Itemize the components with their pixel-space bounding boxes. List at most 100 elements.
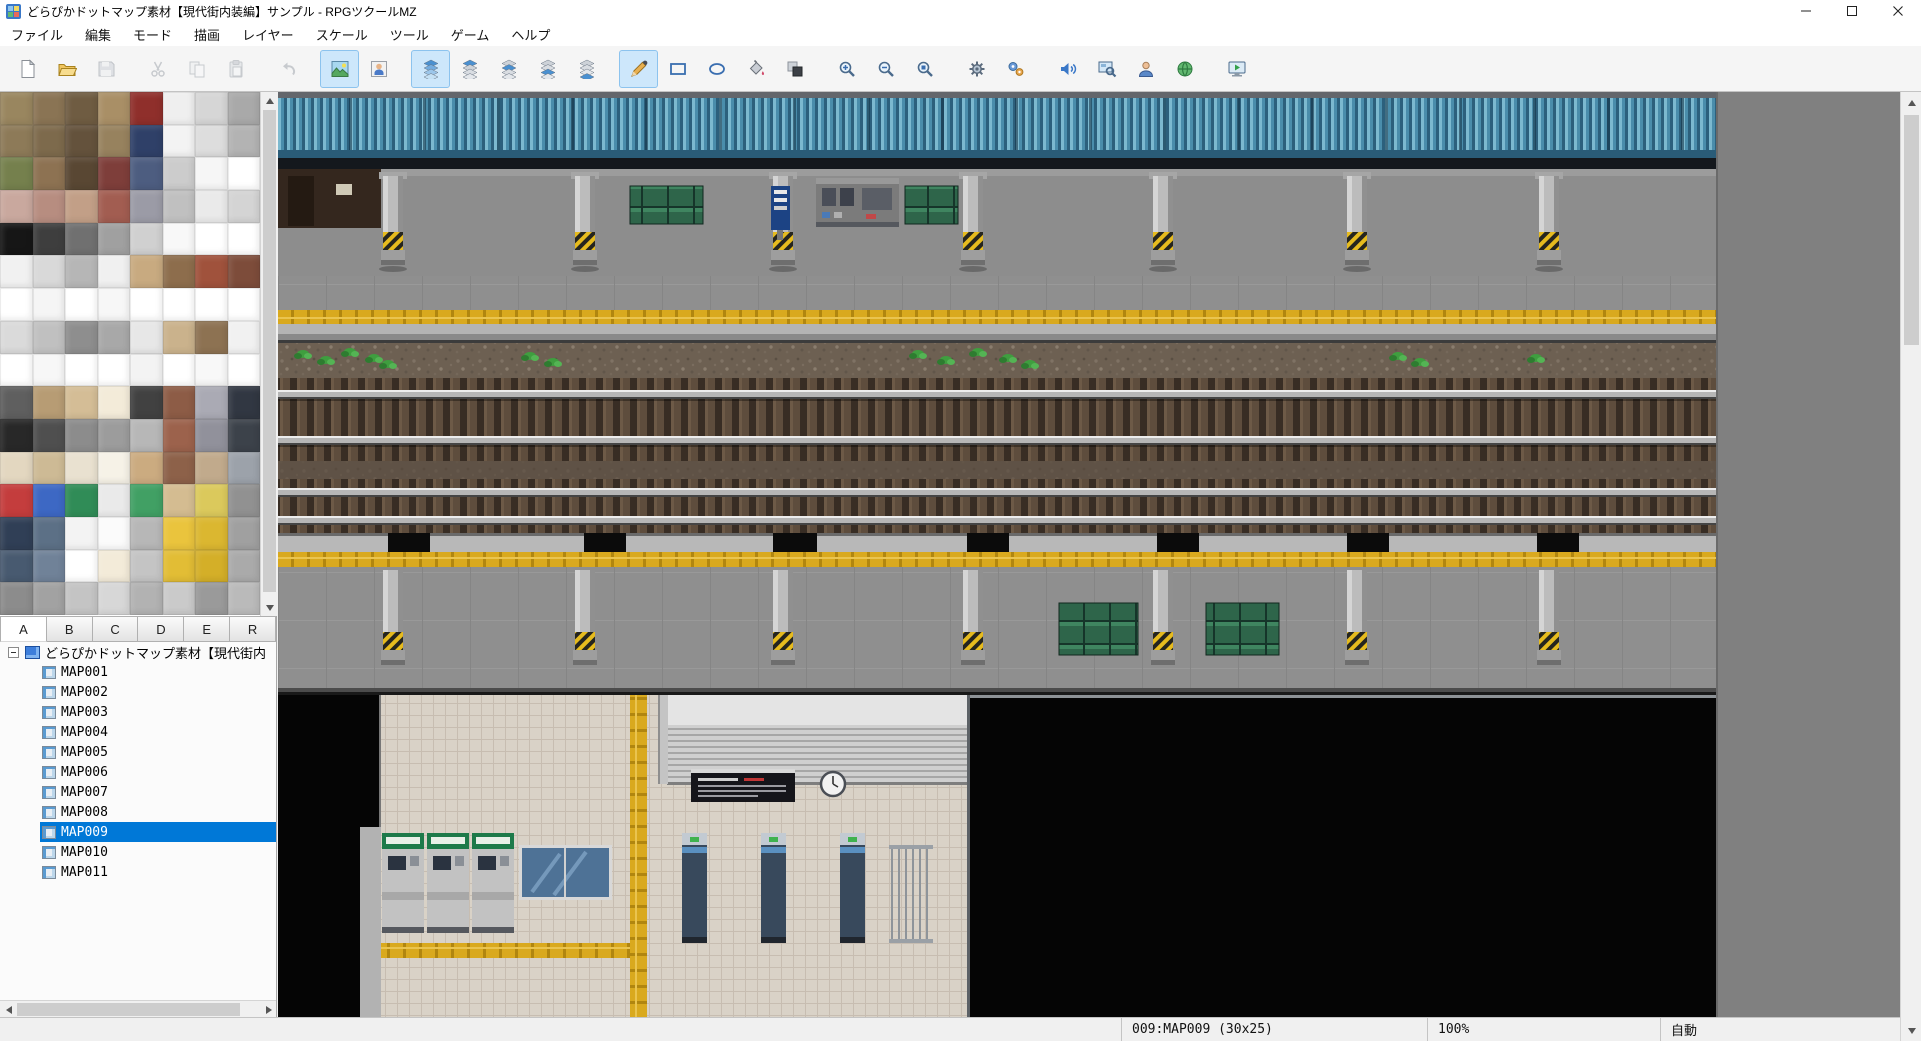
- palette-tile[interactable]: [130, 321, 163, 354]
- palette-tile[interactable]: [33, 484, 66, 517]
- tree-scroll-right-button[interactable]: [260, 1001, 277, 1017]
- palette-tile[interactable]: [65, 125, 98, 158]
- palette-tab-e[interactable]: E: [184, 616, 230, 642]
- palette-tile[interactable]: [65, 190, 98, 223]
- palette-tile[interactable]: [98, 484, 131, 517]
- palette-tile[interactable]: [65, 550, 98, 583]
- layer-3-button[interactable]: [528, 50, 567, 88]
- zoom-actual-button[interactable]: [905, 50, 944, 88]
- palette-tile[interactable]: [33, 419, 66, 452]
- palette-tile[interactable]: [98, 157, 131, 190]
- palette-tile[interactable]: [195, 386, 228, 419]
- map-tree-item-map003[interactable]: MAP003: [0, 702, 276, 722]
- palette-tile[interactable]: [98, 92, 131, 125]
- palette-tile[interactable]: [0, 125, 33, 158]
- character-generator-button[interactable]: [1126, 50, 1165, 88]
- palette-tile[interactable]: [98, 452, 131, 485]
- map-tree-root[interactable]: どらぴかドットマップ素材【現代街内: [0, 642, 276, 662]
- palette-tile[interactable]: [65, 517, 98, 550]
- palette-tile[interactable]: [163, 452, 196, 485]
- palette-tile[interactable]: [98, 517, 131, 550]
- palette-tile[interactable]: [33, 92, 66, 125]
- zoom-out-button[interactable]: [866, 50, 905, 88]
- palette-tile[interactable]: [228, 550, 261, 583]
- palette-tile[interactable]: [195, 92, 228, 125]
- palette-tile[interactable]: [163, 125, 196, 158]
- palette-tile[interactable]: [98, 255, 131, 288]
- palette-tile[interactable]: [228, 223, 261, 256]
- palette-tile[interactable]: [195, 550, 228, 583]
- save-project-button[interactable]: [86, 50, 125, 88]
- palette-tile[interactable]: [228, 484, 261, 517]
- palette-tile[interactable]: [130, 354, 163, 387]
- palette-tile[interactable]: [163, 288, 196, 321]
- palette-tile[interactable]: [98, 190, 131, 223]
- close-button[interactable]: [1875, 0, 1921, 22]
- palette-tile[interactable]: [0, 321, 33, 354]
- palette-tile[interactable]: [228, 582, 261, 615]
- palette-tile[interactable]: [98, 419, 131, 452]
- palette-tile[interactable]: [0, 92, 33, 125]
- palette-tile[interactable]: [195, 190, 228, 223]
- palette-tile[interactable]: [195, 125, 228, 158]
- palette-tile[interactable]: [65, 484, 98, 517]
- palette-tile[interactable]: [33, 386, 66, 419]
- palette-tile[interactable]: [98, 550, 131, 583]
- palette-tile[interactable]: [0, 255, 33, 288]
- maximize-button[interactable]: [1829, 0, 1875, 22]
- map-tree-hscrollbar[interactable]: [0, 1000, 277, 1017]
- palette-tile[interactable]: [228, 354, 261, 387]
- new-project-button[interactable]: [8, 50, 47, 88]
- map-tree-item-map001[interactable]: MAP001: [0, 662, 276, 682]
- palette-tile[interactable]: [65, 386, 98, 419]
- palette-tile[interactable]: [0, 419, 33, 452]
- palette-tile[interactable]: [98, 288, 131, 321]
- palette-tile[interactable]: [65, 419, 98, 452]
- palette-tile[interactable]: [33, 452, 66, 485]
- palette-tile[interactable]: [163, 92, 196, 125]
- palette-tile[interactable]: [98, 321, 131, 354]
- map-scrollbar-thumb[interactable]: [1904, 115, 1919, 345]
- sound-test-button[interactable]: [1048, 50, 1087, 88]
- palette-tile[interactable]: [0, 452, 33, 485]
- palette-tile[interactable]: [65, 223, 98, 256]
- palette-tile[interactable]: [33, 125, 66, 158]
- layer-4-button[interactable]: [567, 50, 606, 88]
- palette-tile[interactable]: [0, 190, 33, 223]
- event-edit-mode-button[interactable]: [359, 50, 398, 88]
- menu-item-tools[interactable]: ツール: [379, 22, 440, 46]
- palette-tile[interactable]: [195, 582, 228, 615]
- palette-tile[interactable]: [195, 517, 228, 550]
- palette-tile[interactable]: [195, 452, 228, 485]
- palette-tile[interactable]: [195, 288, 228, 321]
- map-tree-item-map009[interactable]: MAP009: [0, 822, 276, 842]
- palette-tile[interactable]: [98, 223, 131, 256]
- palette-tile[interactable]: [98, 386, 131, 419]
- zoom-in-button[interactable]: [827, 50, 866, 88]
- palette-tab-a[interactable]: A: [0, 616, 47, 642]
- palette-tile[interactable]: [130, 550, 163, 583]
- palette-tile[interactable]: [228, 125, 261, 158]
- palette-tile[interactable]: [163, 550, 196, 583]
- palette-tile[interactable]: [98, 125, 131, 158]
- palette-tile[interactable]: [195, 157, 228, 190]
- palette-tile[interactable]: [98, 354, 131, 387]
- map-canvas[interactable]: [278, 92, 1900, 1017]
- resource-manager-button[interactable]: [1165, 50, 1204, 88]
- minimize-button[interactable]: [1783, 0, 1829, 22]
- palette-tile[interactable]: [130, 288, 163, 321]
- menu-item-game[interactable]: ゲーム: [440, 22, 501, 46]
- palette-tab-d[interactable]: D: [138, 616, 184, 642]
- palette-tile[interactable]: [130, 255, 163, 288]
- palette-tile[interactable]: [33, 321, 66, 354]
- playtest-button[interactable]: [1217, 50, 1256, 88]
- open-project-button[interactable]: [47, 50, 86, 88]
- layer-auto-button[interactable]: [411, 50, 450, 88]
- palette-tile[interactable]: [163, 157, 196, 190]
- map-tree-item-map006[interactable]: MAP006: [0, 762, 276, 782]
- palette-tile[interactable]: [33, 255, 66, 288]
- palette-tile[interactable]: [228, 452, 261, 485]
- shadow-pen-tool-button[interactable]: [775, 50, 814, 88]
- pencil-tool-button[interactable]: [619, 50, 658, 88]
- menu-item-edit[interactable]: 編集: [74, 22, 122, 46]
